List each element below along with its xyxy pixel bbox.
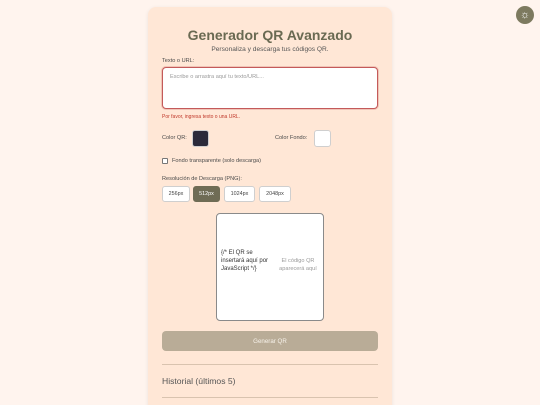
transparent-bg-checkbox[interactable] (162, 158, 168, 164)
divider (162, 397, 378, 398)
qr-preview-area: {/* El QR se insertará aquí por JavaScri… (216, 213, 324, 321)
divider (162, 364, 378, 365)
qr-color-picker[interactable] (192, 130, 209, 147)
resolution-2048-button[interactable]: 2048px (259, 186, 291, 202)
generate-qr-button[interactable]: Generar QR (162, 331, 378, 351)
theme-toggle-button[interactable]: ☼ (516, 6, 534, 24)
resolution-512-button[interactable]: 512px (193, 186, 220, 202)
resolution-256-button[interactable]: 256px (162, 186, 190, 202)
qr-preview-placeholder: El código QR aparecerá aquí (279, 258, 317, 272)
qr-generator-card: Generador QR Avanzado Personaliza y desc… (148, 7, 392, 405)
qr-code-comment: {/* El QR se insertará aquí por JavaScri… (221, 250, 269, 273)
page-subtitle: Personaliza y descarga tus códigos QR. (211, 46, 329, 53)
resolution-label: Resolución de Descarga (PNG): (162, 176, 242, 182)
input-error-message: Por favor, ingresa texto o una URL. (162, 114, 241, 120)
text-input-label: Texto o URL: (162, 58, 195, 64)
text-url-placeholder: Escribe o arrastra aquí tu texto/URL... (170, 74, 264, 80)
sun-icon: ☼ (519, 8, 531, 21)
transparent-bg-label: Fondo transparente (solo descarga) (172, 158, 261, 164)
page-title: Generador QR Avanzado (187, 27, 353, 43)
text-url-input[interactable]: Escribe o arrastra aquí tu texto/URL... (162, 67, 378, 109)
history-title: Historial (últimos 5) (162, 376, 236, 386)
bg-color-label: Color Fondo: (275, 135, 308, 141)
qr-color-label: Color QR: (162, 135, 187, 141)
resolution-1024-button[interactable]: 1024px (224, 186, 255, 202)
bg-color-picker[interactable] (314, 130, 331, 147)
